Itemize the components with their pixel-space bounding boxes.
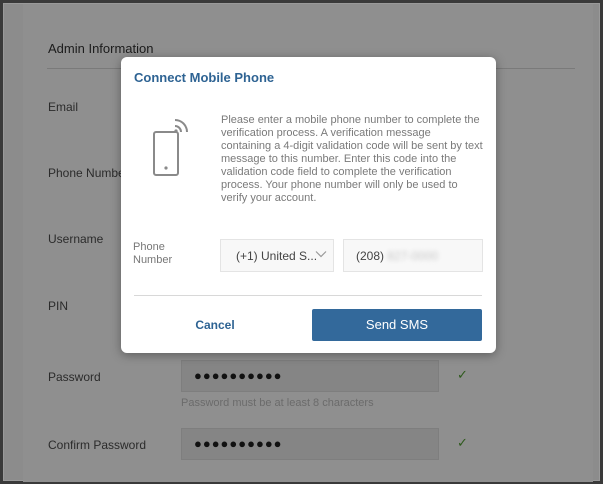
password-valid-check-icon: ✓: [457, 367, 468, 382]
country-code-value: (+1) United S...: [236, 249, 318, 263]
username-label: Username: [48, 232, 104, 246]
password-label: Password: [48, 370, 101, 384]
dialog-description: Please enter a mobile phone number to co…: [221, 114, 483, 204]
dialog-title: Connect Mobile Phone: [134, 70, 275, 85]
dialog-divider: [134, 295, 482, 296]
phone-number-label: Phone Number: [133, 241, 173, 266]
phone-area-code: (208): [356, 249, 385, 263]
confirm-password-valid-check-icon: ✓: [457, 435, 468, 450]
country-code-select[interactable]: (+1) United S...: [220, 239, 334, 272]
send-sms-button[interactable]: Send SMS: [312, 309, 482, 341]
cancel-button[interactable]: Cancel: [134, 309, 296, 341]
phone-number-redacted: 827-0000: [387, 249, 439, 263]
pin-label: PIN: [48, 299, 69, 313]
confirm-password-field[interactable]: ●●●●●●●●●●: [181, 428, 439, 460]
phone-number-input[interactable]: (208) 827-0000: [343, 239, 483, 272]
confirm-password-label: Confirm Password: [48, 438, 147, 452]
mobile-phone-icon: [153, 119, 188, 176]
password-hint: Password must be at least 8 characters: [181, 397, 374, 409]
chevron-down-icon: [315, 251, 327, 258]
section-title: Admin Information: [48, 41, 154, 56]
password-field[interactable]: ●●●●●●●●●●: [181, 360, 439, 392]
connect-mobile-phone-dialog: Connect Mobile Phone Please enter a mobi…: [121, 57, 496, 353]
email-label: Email: [48, 100, 79, 114]
phone-number-label: Phone Number: [48, 166, 129, 180]
